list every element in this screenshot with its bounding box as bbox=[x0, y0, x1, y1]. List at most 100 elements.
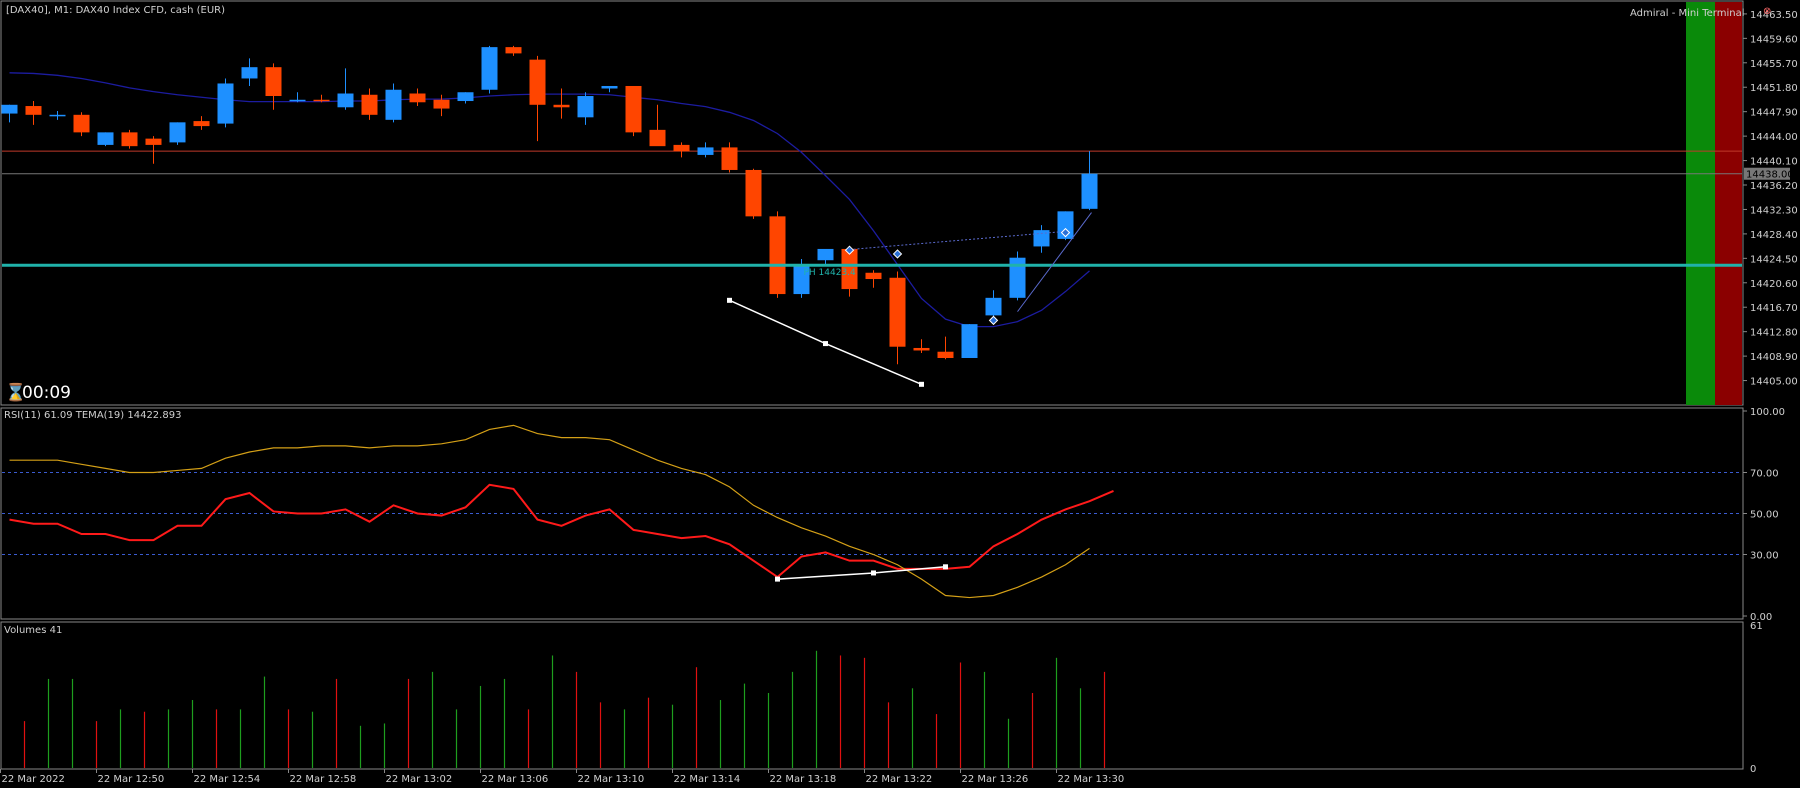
divergence-point bbox=[919, 381, 924, 387]
time-tick-label: 22 Mar 13:14 bbox=[674, 774, 741, 785]
candle-body bbox=[889, 277, 906, 347]
candle-body bbox=[1081, 173, 1098, 209]
candle bbox=[97, 132, 114, 147]
candle-body bbox=[433, 99, 450, 109]
candle-body bbox=[865, 272, 882, 280]
candle-body bbox=[385, 89, 402, 120]
candle-body bbox=[457, 92, 474, 102]
divergence-point bbox=[823, 341, 828, 347]
candle-body bbox=[241, 67, 258, 79]
time-tick-label: 22 Mar 13:22 bbox=[866, 774, 933, 785]
rsi-tick-label: 70.00 bbox=[1750, 469, 1779, 480]
time-tick-label: 22 Mar 13:18 bbox=[770, 774, 837, 785]
time-tick-label: 22 Mar 2022 bbox=[2, 774, 65, 785]
candle-body bbox=[745, 169, 762, 217]
candle-body bbox=[577, 96, 594, 118]
divergence-point bbox=[775, 576, 780, 582]
volume-tick-label: 61 bbox=[1750, 621, 1763, 632]
trading-chart[interactable]: PH 14423.4 14463.50 14459.60 14455.70 14451… bbox=[0, 0, 1800, 788]
chart-background bbox=[0, 0, 1800, 788]
candle bbox=[121, 129, 138, 149]
volume-tick-label: 0 bbox=[1750, 764, 1756, 775]
candle-body bbox=[25, 106, 42, 115]
time-tick-label: 22 Mar 13:10 bbox=[578, 774, 645, 785]
price-tick-label: 14440.10 bbox=[1750, 157, 1798, 168]
candle bbox=[745, 168, 762, 219]
candle-body bbox=[649, 129, 666, 147]
candle-body bbox=[313, 99, 330, 102]
candle bbox=[769, 211, 786, 298]
candle bbox=[481, 45, 498, 94]
candle-body bbox=[73, 114, 90, 133]
candle-body bbox=[913, 347, 930, 351]
candle-body bbox=[697, 147, 714, 155]
candle-body bbox=[937, 351, 954, 358]
price-tick-label: 14416.70 bbox=[1750, 303, 1798, 314]
price-tick-label: 14444.00 bbox=[1750, 132, 1798, 143]
rsi-title: RSI(11) 61.09 TEMA(19) 14422.893 bbox=[4, 410, 181, 421]
candle-body bbox=[409, 93, 426, 103]
price-tick-label: 14432.30 bbox=[1750, 205, 1798, 216]
price-tick-label: 14447.90 bbox=[1750, 108, 1798, 119]
mini-terminal-label[interactable]: Admiral - Mini Terminal bbox=[1630, 8, 1744, 19]
current-price-label: 14438.00 bbox=[1746, 170, 1794, 181]
terminal-close-icon[interactable]: ⊗ bbox=[1763, 6, 1771, 17]
time-tick-label: 22 Mar 13:30 bbox=[1058, 774, 1125, 785]
candle-body bbox=[529, 59, 546, 105]
time-tick-label: 22 Mar 13:02 bbox=[386, 774, 453, 785]
candle-body bbox=[169, 122, 186, 143]
time-tick-label: 22 Mar 12:58 bbox=[290, 774, 357, 785]
pivot-level-label: PH 14423.4 bbox=[804, 268, 857, 278]
divergence-point bbox=[871, 570, 876, 576]
candle-body bbox=[481, 47, 498, 90]
price-tick-label: 14459.60 bbox=[1750, 34, 1798, 45]
price-tick-label: 14405.00 bbox=[1750, 377, 1798, 388]
candle-body bbox=[505, 47, 522, 54]
candle-body bbox=[361, 94, 378, 115]
candle-body bbox=[985, 297, 1002, 316]
price-tick-label: 14412.80 bbox=[1750, 328, 1798, 339]
candle-body bbox=[601, 85, 618, 89]
candle-body bbox=[193, 121, 210, 127]
candle-body bbox=[217, 83, 234, 124]
candle bbox=[169, 122, 186, 145]
price-tick-label: 14455.70 bbox=[1750, 59, 1798, 70]
price-tick-label: 14428.40 bbox=[1750, 230, 1798, 241]
volume-title: Volumes 41 bbox=[4, 625, 62, 636]
rsi-tick-label: 30.00 bbox=[1750, 551, 1779, 562]
buy-panel[interactable] bbox=[1686, 2, 1715, 405]
candle-body bbox=[625, 85, 642, 133]
price-tick-label: 14451.80 bbox=[1750, 83, 1798, 94]
candle bbox=[961, 324, 978, 358]
rsi-tick-label: 100.00 bbox=[1750, 407, 1785, 418]
candle-body bbox=[1033, 230, 1050, 247]
time-tick-label: 22 Mar 12:54 bbox=[194, 774, 261, 785]
candle-body bbox=[49, 114, 66, 117]
candle-body bbox=[265, 67, 282, 97]
symbol-title: [DAX40], M1: DAX40 Index CFD, cash (EUR) bbox=[6, 5, 225, 16]
divergence-point bbox=[727, 297, 732, 303]
price-tick-label: 14420.60 bbox=[1750, 279, 1798, 290]
candle-body bbox=[97, 132, 114, 145]
candle bbox=[217, 78, 234, 128]
candle-body bbox=[337, 93, 354, 108]
price-tick-label: 14436.20 bbox=[1750, 181, 1798, 192]
sell-panel[interactable] bbox=[1715, 2, 1742, 405]
candle bbox=[625, 85, 642, 137]
candle-body bbox=[145, 138, 162, 145]
candle-body bbox=[961, 324, 978, 358]
price-tick-label: 14424.50 bbox=[1750, 254, 1798, 265]
candle-body bbox=[673, 144, 690, 152]
candle bbox=[1009, 251, 1026, 301]
time-tick-label: 22 Mar 13:06 bbox=[482, 774, 549, 785]
candle-body bbox=[721, 147, 738, 170]
price-tick-label: 14463.50 bbox=[1750, 10, 1798, 21]
candle-body bbox=[289, 99, 306, 102]
time-tick-label: 22 Mar 13:26 bbox=[962, 774, 1029, 785]
candle-body bbox=[121, 132, 138, 147]
candle-body bbox=[817, 248, 834, 261]
time-tick-label: 22 Mar 12:50 bbox=[98, 774, 165, 785]
candle-body bbox=[1009, 257, 1026, 298]
rsi-tick-label: 50.00 bbox=[1750, 510, 1779, 521]
candle-body bbox=[769, 216, 786, 295]
